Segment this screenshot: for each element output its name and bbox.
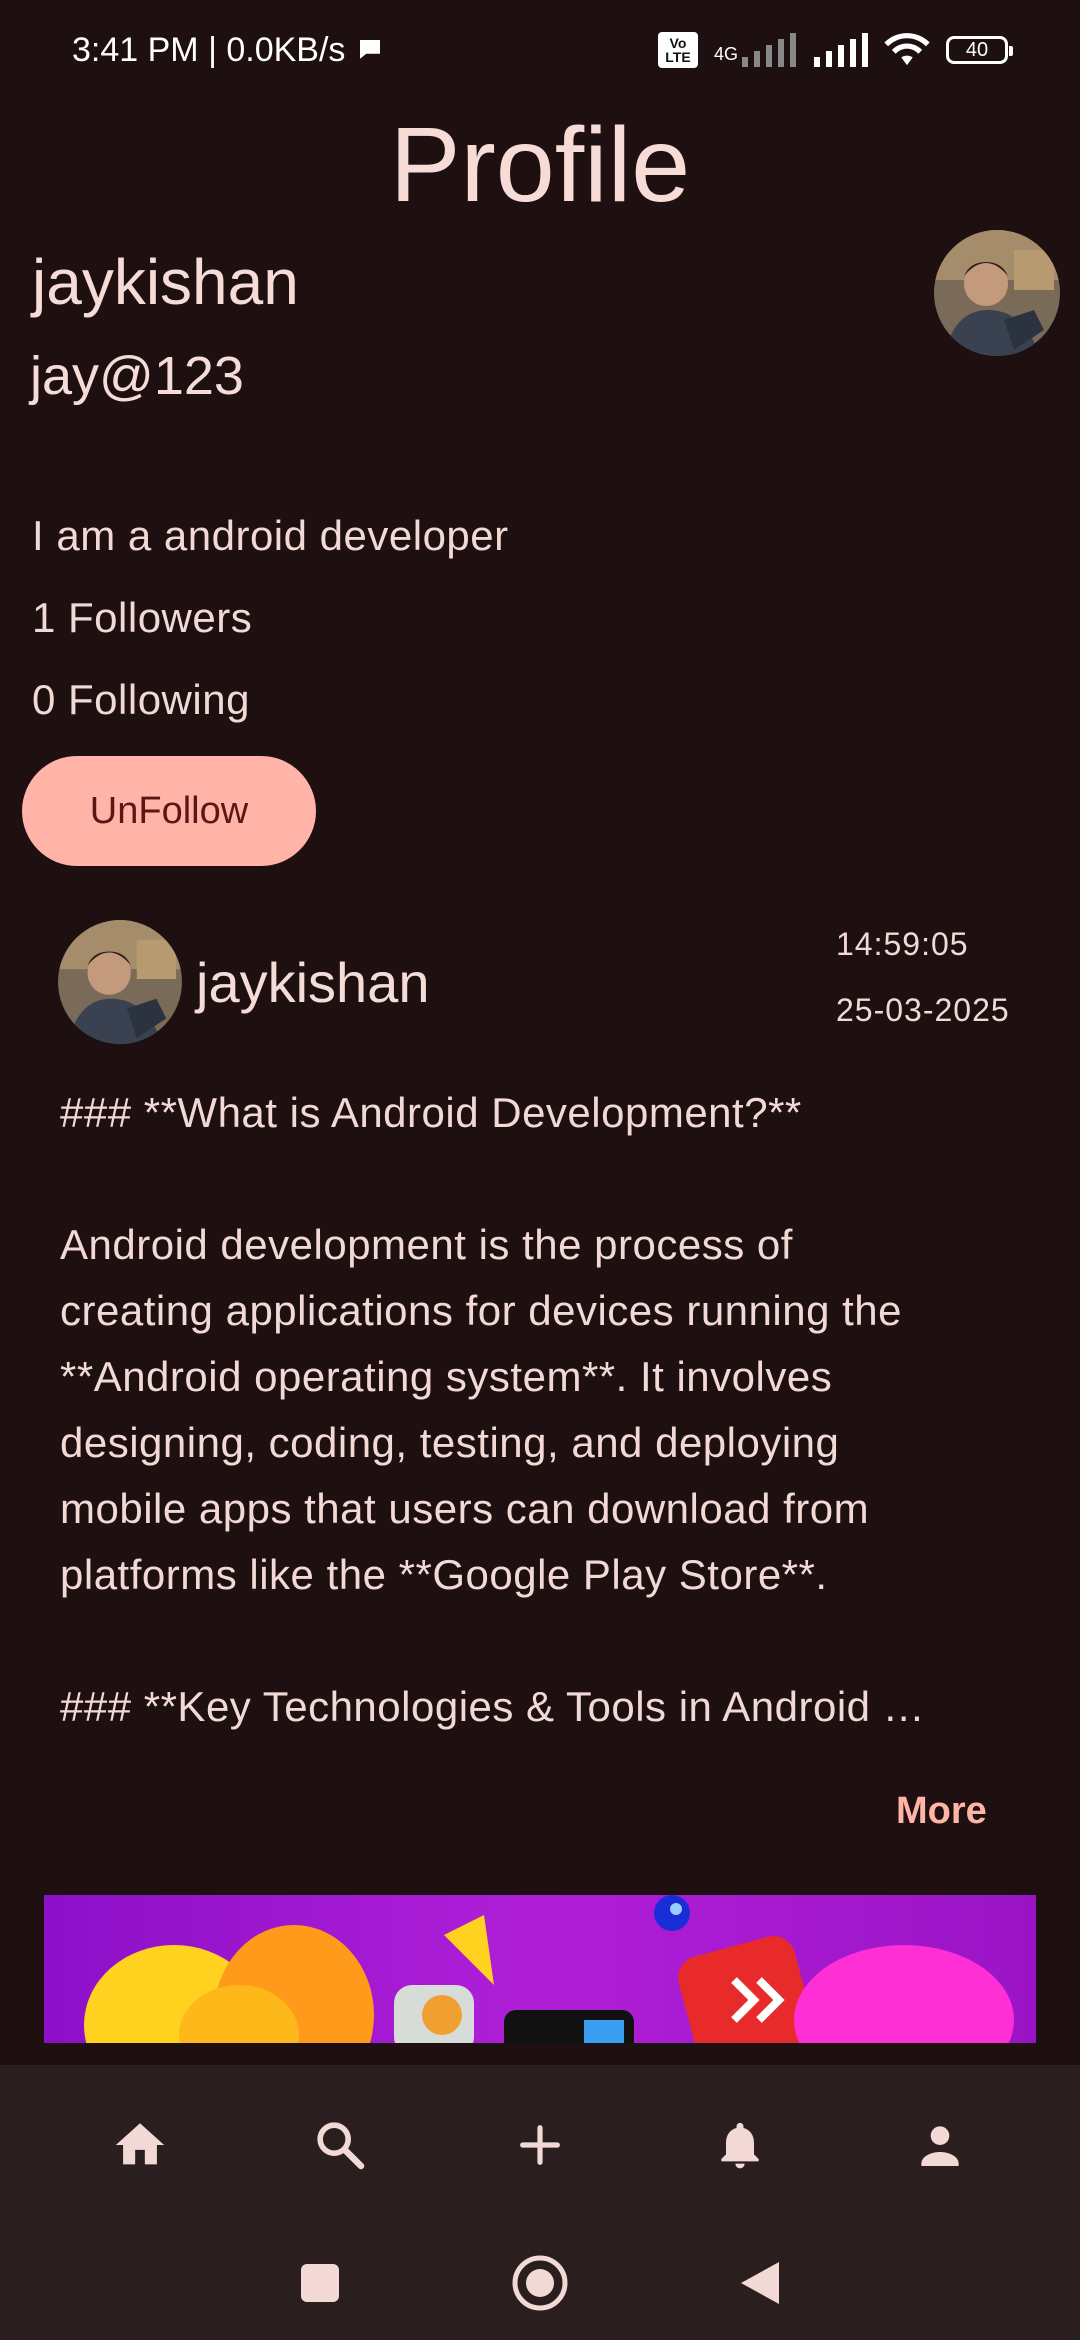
nav-notifications[interactable] <box>700 2105 780 2185</box>
post-line-blank <box>60 1146 1020 1212</box>
search-icon <box>317 2122 365 2170</box>
post-line: **Android operating system**. It involve… <box>60 1353 833 1400</box>
post-line: mobile apps that users can download from <box>60 1485 870 1532</box>
post-line: platforms like the **Google Play Store**… <box>60 1551 828 1598</box>
chat-notification-icon <box>360 40 381 59</box>
nav-home[interactable] <box>100 2105 180 2185</box>
post-line: ### **What is Android Development?** <box>60 1089 802 1136</box>
following-count[interactable]: 0 Following <box>32 676 250 724</box>
profile-icon <box>921 2126 959 2166</box>
wifi-icon <box>884 33 930 66</box>
home-icon <box>115 2123 165 2165</box>
battery-level: 40 <box>965 38 989 61</box>
back-icon[interactable] <box>739 2260 781 2306</box>
unfollow-button[interactable]: UnFollow <box>22 756 316 866</box>
post-author-name[interactable]: jaykishan <box>196 950 429 1015</box>
system-navigation-bar <box>0 2225 1080 2340</box>
post-line: ### **Key Technologies & Tools in Androi… <box>60 1683 926 1730</box>
post-time: 14:59:05 <box>836 926 969 962</box>
network-type: 4G <box>713 44 738 64</box>
nav-search[interactable] <box>300 2105 380 2185</box>
add-icon <box>520 2125 560 2165</box>
profile-bio: I am a android developer <box>32 512 509 559</box>
signal-strength-icon <box>742 33 796 67</box>
post-line: Android development is the process of <box>60 1221 793 1268</box>
page-title: Profile <box>389 106 691 224</box>
home-circle-icon[interactable] <box>511 2254 569 2312</box>
nav-profile[interactable] <box>900 2105 980 2185</box>
profile-username: jay@123 <box>30 346 244 406</box>
followers-count[interactable]: 1 Followers <box>32 594 252 642</box>
post-line-blank <box>60 1608 1020 1674</box>
post-date: 25-03-2025 <box>836 992 1010 1028</box>
more-button[interactable]: More <box>896 1790 987 1833</box>
volte-badge: Vo LTE <box>657 32 698 68</box>
signal-strength-icon-2 <box>814 33 868 67</box>
post-image[interactable] <box>44 1895 1036 2043</box>
notifications-icon <box>721 2122 759 2169</box>
recents-icon[interactable] <box>299 2262 341 2304</box>
battery-icon: 40 <box>946 36 1013 64</box>
status-time: 3:41 PM | 0.0KB/s <box>72 30 346 69</box>
bottom-navigation <box>0 2065 1080 2225</box>
status-bar: 3:41 PM | 0.0KB/s Vo LTE 4G 40 <box>0 0 1080 100</box>
profile-avatar[interactable] <box>934 230 1060 356</box>
profile-name: jaykishan <box>32 246 299 318</box>
post-content: ### **What is Android Development?** And… <box>60 1080 1020 1740</box>
post-line: creating applications for devices runnin… <box>60 1287 902 1334</box>
post-author-avatar[interactable] <box>58 920 182 1044</box>
post-line: designing, coding, testing, and deployin… <box>60 1419 840 1466</box>
nav-add[interactable] <box>500 2105 580 2185</box>
